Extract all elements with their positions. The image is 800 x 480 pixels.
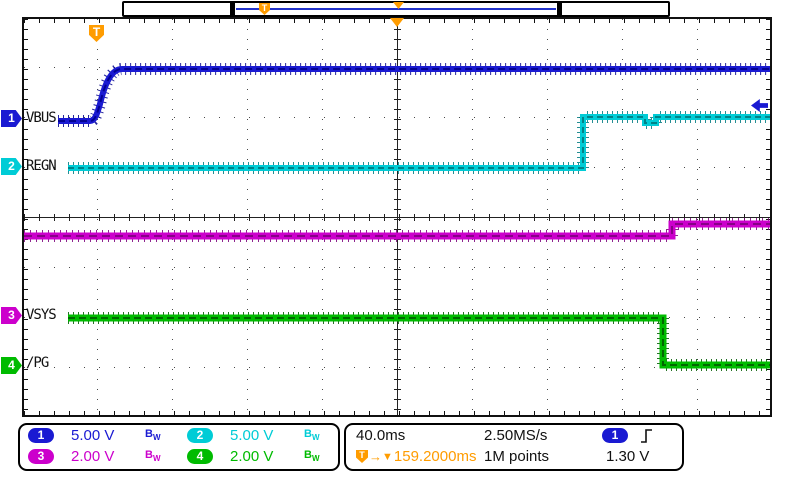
trigger-delay-t-icon: T: [356, 450, 368, 463]
waveform-label-pg: /PG: [26, 355, 48, 371]
zoom-window-brackets[interactable]: T: [230, 1, 562, 17]
rising-edge-icon: [640, 428, 653, 444]
waveform-label-vbus: VBUS: [26, 110, 56, 126]
arrow-right-icon: →: [369, 449, 382, 464]
channel4-badge[interactable]: 4: [187, 449, 213, 464]
graticule: VBUS REGN VSYS /PG T: [22, 17, 772, 417]
channel1-badge[interactable]: 1: [28, 428, 54, 443]
channel1-scale: 5.00 V: [71, 427, 145, 444]
vbus-trace-core: [58, 69, 770, 121]
trigger-source-badge[interactable]: 1: [602, 428, 628, 443]
pg-trace: [68, 318, 770, 365]
timebase-trigger-readout-box: 40.0ms 2.50MS/s 1 T → ▼ 159.2000ms 1M po…: [344, 423, 684, 471]
channel2-badge[interactable]: 2: [187, 428, 213, 443]
channel4-bandwidth-icon: BW: [304, 449, 346, 463]
regn-trace: [68, 117, 770, 168]
trigger-level-value: 1.30 V: [598, 448, 649, 465]
trigger-position-icon[interactable]: T: [259, 3, 270, 15]
waveform-traces: [24, 19, 770, 415]
record-length-value: 1M points: [484, 448, 598, 465]
regn-trace-core: [68, 117, 770, 168]
channel2-zero-marker[interactable]: 2: [1, 158, 22, 175]
channel-readout-box: 1 5.00 V BW 2 5.00 V BW 3 2.00 V BW 4 2.…: [18, 423, 340, 471]
timebase-value: 40.0ms: [356, 427, 484, 444]
channel2-bandwidth-icon: BW: [304, 428, 346, 442]
channel3-bandwidth-icon: BW: [145, 449, 187, 463]
channel1-bandwidth-icon: BW: [145, 428, 187, 442]
channel4-scale: 2.00 V: [230, 448, 304, 465]
sample-rate-value: 2.50MS/s: [484, 427, 598, 444]
triangle-down-icon: ▼: [382, 451, 393, 463]
trigger-delay-value: 159.2000ms: [394, 448, 477, 465]
channel4-zero-marker[interactable]: 4: [1, 357, 22, 374]
trigger-delay: T → ▼ 159.2000ms: [356, 448, 484, 465]
trigger-row: T → ▼ 159.2000ms 1M points 1.30 V: [346, 446, 682, 467]
acquisition-overview-bar: T: [122, 1, 670, 17]
waveform-label-vsys: VSYS: [26, 307, 56, 323]
channel3-zero-marker[interactable]: 3: [1, 307, 22, 324]
waveform-label-regn: REGN: [26, 158, 56, 174]
channel-readout-row: 3 2.00 V BW 4 2.00 V BW: [20, 446, 338, 467]
channel2-scale: 5.00 V: [230, 427, 304, 444]
channel1-zero-marker[interactable]: 1: [1, 110, 22, 127]
vbus-trace: [58, 69, 770, 121]
channel3-badge[interactable]: 3: [28, 449, 54, 464]
channel3-scale: 2.00 V: [71, 448, 145, 465]
overview-waveform-line: [236, 8, 556, 10]
regn-trace-noise: [68, 117, 770, 168]
channel-readout-row: 1 5.00 V BW 2 5.00 V BW: [20, 425, 338, 446]
timebase-row: 40.0ms 2.50MS/s 1: [346, 425, 682, 446]
vbus-trace-noise: [58, 69, 770, 121]
